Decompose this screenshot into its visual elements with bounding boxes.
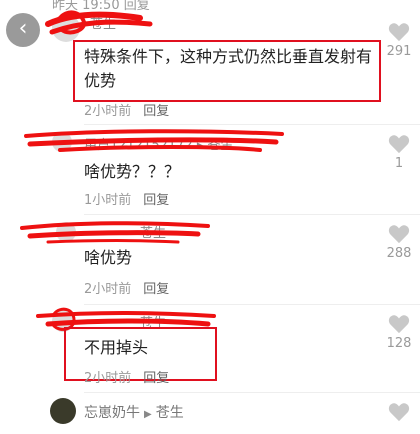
heart-icon [388, 315, 410, 334]
comment-text: 特殊条件下，这种方式仍然比垂直发射有优势 [84, 47, 373, 90]
comment-time: 1小时前 [84, 193, 132, 208]
avatar[interactable] [50, 398, 76, 424]
like-button[interactable]: 128 [379, 314, 419, 351]
reply-button[interactable]: 回复 [143, 371, 169, 386]
reply-button[interactable]: 回复 [143, 282, 169, 297]
comment-text: 不用掉头 [84, 338, 149, 357]
reply-target[interactable]: 苍生 [156, 405, 184, 421]
chevron-left-icon: ‹ [18, 16, 28, 41]
like-button[interactable] [379, 402, 419, 422]
heart-icon [388, 225, 410, 244]
like-button[interactable]: 288 [379, 224, 419, 261]
comment-meta: 2小时前 回复 [84, 278, 169, 297]
like-count: 291 [386, 44, 412, 59]
reply-username[interactable]: 忘崽奶牛 [84, 405, 140, 421]
comment-text: 啥优势？？？ [84, 162, 181, 181]
reply-button[interactable]: 回复 [143, 193, 169, 208]
comment-text: 啥优势 [84, 248, 133, 267]
divider [84, 392, 420, 393]
back-button[interactable]: ‹ [6, 13, 40, 47]
reply-button[interactable]: 回复 [143, 104, 169, 119]
comment-meta: 1小时前 回复 [84, 189, 169, 208]
like-count: 288 [386, 246, 412, 261]
redaction-scribble [20, 221, 210, 244]
comment-meta: 2小时前 回复 [84, 367, 169, 386]
like-count: 128 [386, 336, 412, 351]
comment-meta: 2小时前 回复 [84, 100, 169, 119]
heart-icon [388, 135, 410, 154]
reply-arrow-icon: ▶ [144, 409, 152, 420]
comment-time: 2小时前 [84, 371, 132, 386]
heart-icon [388, 403, 410, 422]
like-button[interactable]: 1 [379, 134, 419, 171]
heart-icon [388, 23, 410, 42]
comment-time: 2小时前 [84, 104, 132, 119]
comment-time: 2小时前 [84, 282, 132, 297]
like-button[interactable]: 291 [379, 22, 419, 59]
like-count: 1 [394, 156, 404, 171]
reply-user-row: 忘崽奶牛 ▶ 苍生 [84, 402, 184, 422]
redaction-scribble [24, 129, 284, 152]
